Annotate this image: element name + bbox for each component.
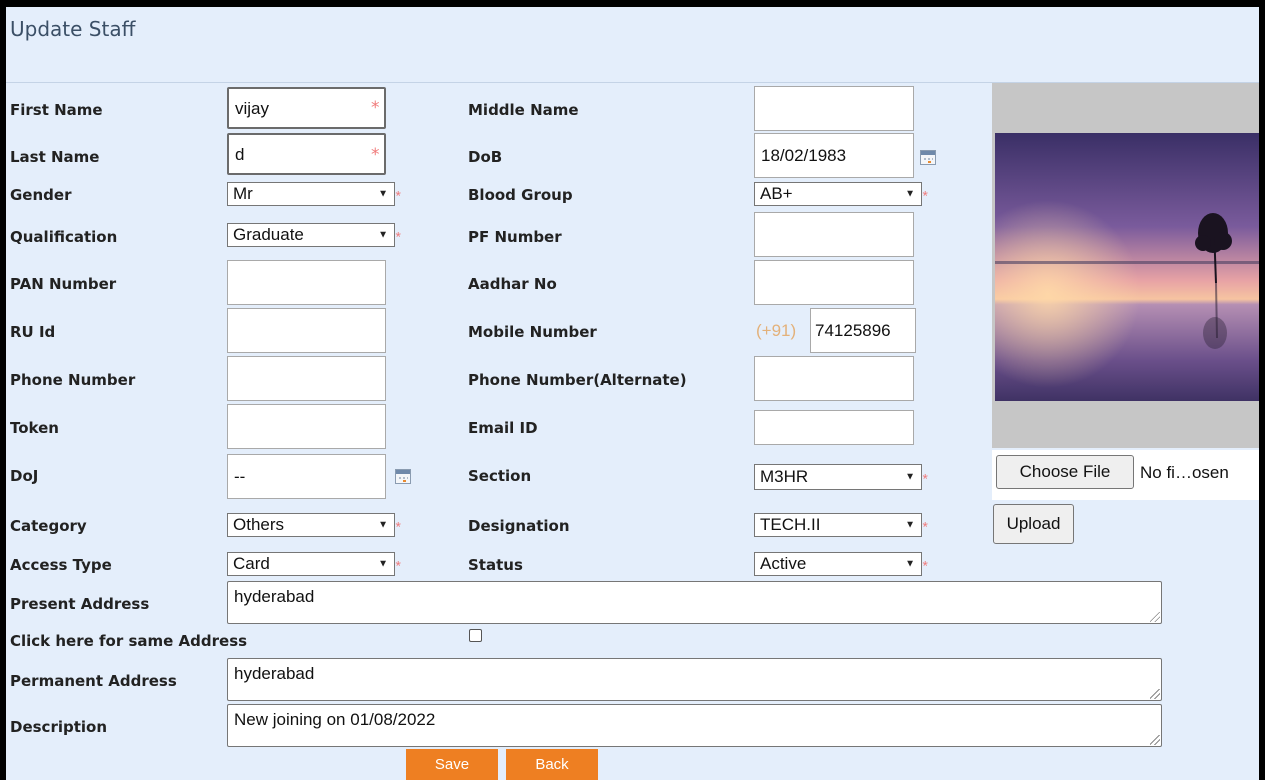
pf-number-label: PF Number	[468, 228, 562, 246]
ru-id-label: RU Id	[10, 323, 56, 341]
status-value: Active	[760, 554, 807, 573]
chevron-down-icon: ▼	[378, 558, 388, 570]
email-id-input[interactable]	[754, 410, 914, 445]
resize-grip-icon[interactable]	[1150, 689, 1160, 699]
photo-panel	[992, 83, 1259, 448]
chevron-down-icon: ▼	[378, 229, 388, 241]
phone-alternate-input[interactable]	[754, 356, 914, 401]
page-header: Update Staff	[6, 7, 1259, 83]
resize-grip-icon[interactable]	[1150, 735, 1160, 745]
file-picker: Choose File No fi…osen	[992, 450, 1259, 500]
qualification-value: Graduate	[233, 225, 304, 244]
permanent-address-textarea[interactable]: hyderabad	[227, 658, 1162, 701]
required-star: *	[395, 228, 401, 245]
country-code-prefix: (+91)	[756, 321, 797, 340]
same-address-label: Click here for same Address	[10, 632, 248, 650]
gender-label: Gender	[10, 186, 72, 204]
ru-id-input[interactable]	[227, 308, 386, 353]
section-label: Section	[468, 467, 532, 485]
choose-file-button[interactable]: Choose File	[996, 455, 1134, 489]
required-star: *	[371, 145, 380, 165]
middle-name-input[interactable]	[754, 86, 914, 131]
access-type-label: Access Type	[10, 556, 112, 574]
required-star: *	[371, 98, 380, 118]
chevron-down-icon: ▼	[905, 188, 915, 200]
category-label: Category	[10, 517, 87, 535]
mobile-number-label: Mobile Number	[468, 323, 597, 341]
page-title: Update Staff	[10, 17, 136, 41]
required-star: *	[922, 557, 928, 574]
dob-input[interactable]: 18/02/1983	[754, 133, 914, 178]
calendar-icon[interactable]	[395, 469, 411, 484]
description-label: Description	[10, 718, 108, 736]
token-input[interactable]	[227, 404, 386, 449]
permanent-address-value: hyderabad	[234, 664, 315, 683]
phone-alternate-label: Phone Number(Alternate)	[468, 371, 687, 389]
permanent-address-label: Permanent Address	[10, 672, 177, 690]
present-address-textarea[interactable]: hyderabad	[227, 581, 1162, 624]
upload-button[interactable]: Upload	[993, 504, 1074, 544]
access-type-value: Card	[233, 554, 270, 573]
qualification-label: Qualification	[10, 228, 118, 246]
status-select[interactable]: Active ▼ *	[754, 552, 928, 576]
blood-group-select[interactable]: AB+ ▼ *	[754, 182, 928, 206]
same-address-checkbox[interactable]	[469, 629, 482, 642]
present-address-label: Present Address	[10, 595, 150, 613]
calendar-icon[interactable]	[920, 150, 936, 165]
gender-select[interactable]: Mr ▼ *	[227, 182, 401, 206]
mobile-number-input[interactable]: 74125896	[810, 308, 916, 353]
chevron-down-icon: ▼	[378, 519, 388, 531]
description-textarea[interactable]: New joining on 01/08/2022	[227, 704, 1162, 747]
phone-number-label: Phone Number	[10, 371, 136, 389]
section-value: M3HR	[760, 467, 809, 486]
dob-label: DoB	[468, 148, 503, 166]
file-status-text: No fi…osen	[1140, 463, 1229, 482]
chevron-down-icon: ▼	[905, 471, 915, 483]
section-select[interactable]: M3HR ▼ *	[754, 464, 928, 490]
staff-photo	[995, 133, 1259, 401]
required-star: *	[395, 518, 401, 535]
designation-select[interactable]: TECH.II ▼ *	[754, 513, 928, 537]
chevron-down-icon: ▼	[378, 188, 388, 200]
required-star: *	[395, 187, 401, 204]
gender-value: Mr	[233, 184, 253, 203]
present-address-value: hyderabad	[234, 587, 315, 606]
update-staff-form: Update Staff First Name vijay * Middle N…	[6, 7, 1259, 780]
last-name-label: Last Name	[10, 148, 100, 166]
required-star: *	[922, 470, 928, 487]
access-type-select[interactable]: Card ▼ *	[227, 552, 401, 576]
back-button[interactable]: Back	[506, 749, 598, 780]
save-button[interactable]: Save	[406, 749, 498, 780]
status-label: Status	[468, 556, 523, 574]
required-star: *	[395, 557, 401, 574]
phone-number-input[interactable]	[227, 356, 386, 401]
resize-grip-icon[interactable]	[1150, 612, 1160, 622]
blood-group-label: Blood Group	[468, 186, 573, 204]
middle-name-label: Middle Name	[468, 101, 579, 119]
category-select[interactable]: Others ▼ *	[227, 513, 401, 537]
pan-number-label: PAN Number	[10, 275, 117, 293]
description-value: New joining on 01/08/2022	[234, 710, 436, 729]
pf-number-input[interactable]	[754, 212, 914, 257]
first-name-label: First Name	[10, 101, 103, 119]
required-star: *	[922, 187, 928, 204]
qualification-select[interactable]: Graduate ▼ *	[227, 223, 401, 247]
aadhar-no-input[interactable]	[754, 260, 914, 305]
token-label: Token	[10, 419, 59, 437]
designation-label: Designation	[468, 517, 570, 535]
email-id-label: Email ID	[468, 419, 538, 437]
chevron-down-icon: ▼	[905, 519, 915, 531]
required-star: *	[922, 518, 928, 535]
category-value: Others	[233, 515, 285, 534]
last-name-input[interactable]: d	[227, 133, 386, 175]
doj-label: DoJ	[10, 467, 39, 485]
pan-number-input[interactable]	[227, 260, 386, 305]
blood-group-value: AB+	[760, 184, 793, 203]
chevron-down-icon: ▼	[905, 558, 915, 570]
doj-input[interactable]: --	[227, 454, 386, 499]
aadhar-no-label: Aadhar No	[468, 275, 557, 293]
designation-value: TECH.II	[760, 515, 821, 534]
first-name-input[interactable]: vijay	[227, 87, 386, 129]
